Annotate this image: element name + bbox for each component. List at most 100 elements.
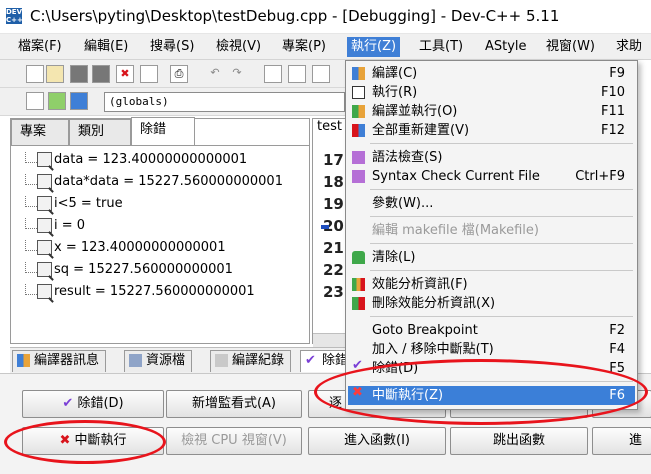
run-window-icon — [352, 86, 365, 99]
line-number: 23 — [323, 283, 344, 301]
menu-item-stop-execution[interactable]: ✖ 中斷執行(Z) F6 — [348, 386, 635, 405]
menu-view[interactable]: 檢視(V) — [212, 37, 265, 57]
menu-project[interactable]: 專案(P) — [278, 37, 330, 57]
find-next-icon[interactable] — [312, 65, 330, 83]
delete-profile-icon — [352, 297, 365, 310]
item-label: 編譯(C) — [372, 66, 418, 81]
menu-item-syntax-check[interactable]: 語法檢查(S) — [348, 148, 635, 167]
editor-file-tab[interactable]: test — [317, 119, 342, 134]
menu-item-compile[interactable]: 編譯(C) F9 — [348, 64, 635, 83]
menu-item-debug[interactable]: ✔ 除錯(D) F5 — [348, 359, 635, 378]
watch-magnifier-icon — [37, 196, 52, 211]
item-label: 刪除效能分析資訊(X) — [372, 296, 496, 311]
watch-item[interactable]: data*data = 15227.560000000001 — [25, 174, 283, 196]
item-label: 效能分析資訊(F) — [372, 277, 468, 292]
menu-item-toggle-breakpoint[interactable]: 加入 / 移除中斷點(T) F4 — [348, 340, 635, 359]
watch-magnifier-icon — [37, 240, 52, 255]
item-label: 除錯(D) — [372, 361, 419, 376]
button-label: 中斷執行 — [74, 433, 127, 448]
line-number: 22 — [323, 261, 344, 279]
close-file-icon[interactable]: ✖ — [116, 65, 134, 83]
open-file-icon[interactable] — [46, 65, 64, 83]
find-icon[interactable] — [264, 65, 282, 83]
item-label: 參數(W)... — [372, 196, 434, 211]
tab-compile-log[interactable]: 編譯紀錄 — [210, 350, 292, 372]
watch-label: i = 0 — [54, 218, 86, 233]
menu-help[interactable]: 求助 — [612, 37, 646, 57]
tab-resources[interactable]: 資源檔 — [124, 350, 193, 372]
menu-bar: 檔案(F) 編輯(E) 搜尋(S) 檢視(V) 專案(P) 執行(Z) 工具(T… — [0, 34, 651, 60]
tab-label: 編譯器訊息 — [34, 353, 100, 368]
watch-item[interactable]: result = 15227.560000000001 — [25, 284, 255, 306]
watch-magnifier-icon — [37, 262, 52, 277]
close-all-icon[interactable] — [140, 65, 158, 83]
menu-item-goto-breakpoint[interactable]: Goto Breakpoint F2 — [348, 321, 635, 340]
print-icon[interactable]: ⎙ — [170, 65, 188, 83]
step-out-button[interactable]: 跳出函數 — [450, 427, 588, 455]
watch-item[interactable]: i = 0 — [25, 218, 85, 240]
save-icon[interactable] — [70, 65, 88, 83]
menu-tools[interactable]: 工具(T) — [415, 37, 467, 57]
checkmark-icon: ✔ — [62, 396, 78, 411]
item-shortcut: F4 — [609, 342, 625, 357]
stop-execution-button[interactable]: ✖ 中斷執行 — [22, 427, 164, 455]
menu-item-clean[interactable]: 清除(L) — [348, 248, 635, 267]
new-file-icon[interactable] — [26, 65, 44, 83]
item-label: 編輯 makefile 檔(Makefile) — [372, 223, 539, 238]
menu-item-rebuild-all[interactable]: 全部重新建置(V) F12 — [348, 121, 635, 140]
step-into-button[interactable]: 進入函數(I) — [308, 427, 446, 455]
add-watch-button[interactable]: 新增監看式(A) — [166, 390, 302, 418]
checkmark-icon: ✔ — [305, 353, 316, 368]
item-shortcut: F12 — [600, 123, 625, 138]
watch-item[interactable]: i<5 = true — [25, 196, 123, 218]
add-to-project-icon[interactable] — [48, 92, 66, 110]
stop-x-icon: ✖ — [59, 433, 75, 448]
menu-separator — [370, 143, 633, 144]
menu-window[interactable]: 視窗(W) — [542, 37, 599, 57]
undo-icon[interactable]: ↶ — [206, 65, 224, 83]
menu-item-compile-and-run[interactable]: 編譯並執行(O) F11 — [348, 102, 635, 121]
globals-combobox[interactable]: (globals) — [104, 92, 345, 112]
line-number: 21 — [323, 239, 344, 257]
replace-icon[interactable] — [288, 65, 306, 83]
watch-magnifier-icon — [37, 152, 52, 167]
compile-run-icon — [352, 105, 365, 118]
item-shortcut: F2 — [609, 323, 625, 338]
rebuild-icon — [352, 124, 365, 137]
menu-item-profile-info[interactable]: 效能分析資訊(F) — [348, 275, 635, 294]
menu-astyle[interactable]: AStyle — [481, 37, 531, 57]
save-all-icon[interactable] — [92, 65, 110, 83]
menu-separator — [370, 243, 633, 244]
menu-item-run[interactable]: 執行(R) F10 — [348, 83, 635, 102]
menu-execute[interactable]: 執行(Z) — [347, 37, 401, 57]
compile-log-icon — [215, 354, 228, 367]
class-browser-icon[interactable] — [70, 92, 88, 110]
watch-item[interactable]: data = 123.40000000000001 — [25, 152, 247, 174]
redo-icon[interactable]: ↷ — [228, 65, 246, 83]
tab-classes[interactable]: 類別 — [69, 119, 131, 145]
compile-icon — [352, 67, 365, 80]
menu-item-parameters[interactable]: 參數(W)... — [348, 194, 635, 213]
tab-project[interactable]: 專案 — [11, 119, 69, 145]
indent-icon[interactable] — [26, 92, 44, 110]
menu-file[interactable]: 檔案(F) — [14, 37, 66, 57]
watch-item[interactable]: sq = 15227.560000000001 — [25, 262, 233, 284]
syntax-check-file-icon — [352, 170, 365, 183]
menu-separator — [370, 381, 633, 382]
menu-edit[interactable]: 編輯(E) — [80, 37, 132, 57]
profile-chart-icon — [352, 278, 365, 291]
menu-item-delete-profile-info[interactable]: 刪除效能分析資訊(X) — [348, 294, 635, 313]
tab-debug[interactable]: 除錯 — [131, 117, 195, 145]
watch-item[interactable]: x = 123.40000000000001 — [25, 240, 226, 262]
menu-item-syntax-check-current[interactable]: Syntax Check Current File Ctrl+F9 — [348, 167, 635, 186]
menu-item-edit-makefile[interactable]: 編輯 makefile 檔(Makefile) — [348, 221, 635, 240]
devcpp-app-icon[interactable]: DEV C++ — [6, 8, 23, 24]
view-cpu-window-button[interactable]: 檢視 CPU 視窗(V) — [166, 427, 302, 455]
item-label: 執行(R) — [372, 85, 418, 100]
tab-compiler-messages[interactable]: 編譯器訊息 — [12, 350, 107, 372]
item-label: 清除(L) — [372, 250, 416, 265]
menu-search[interactable]: 搜尋(S) — [146, 37, 198, 57]
run-to-cursor-button[interactable]: 進 — [592, 427, 651, 455]
debug-button[interactable]: ✔ 除錯(D) — [22, 390, 164, 418]
execution-point-arrow-icon — [321, 225, 329, 229]
